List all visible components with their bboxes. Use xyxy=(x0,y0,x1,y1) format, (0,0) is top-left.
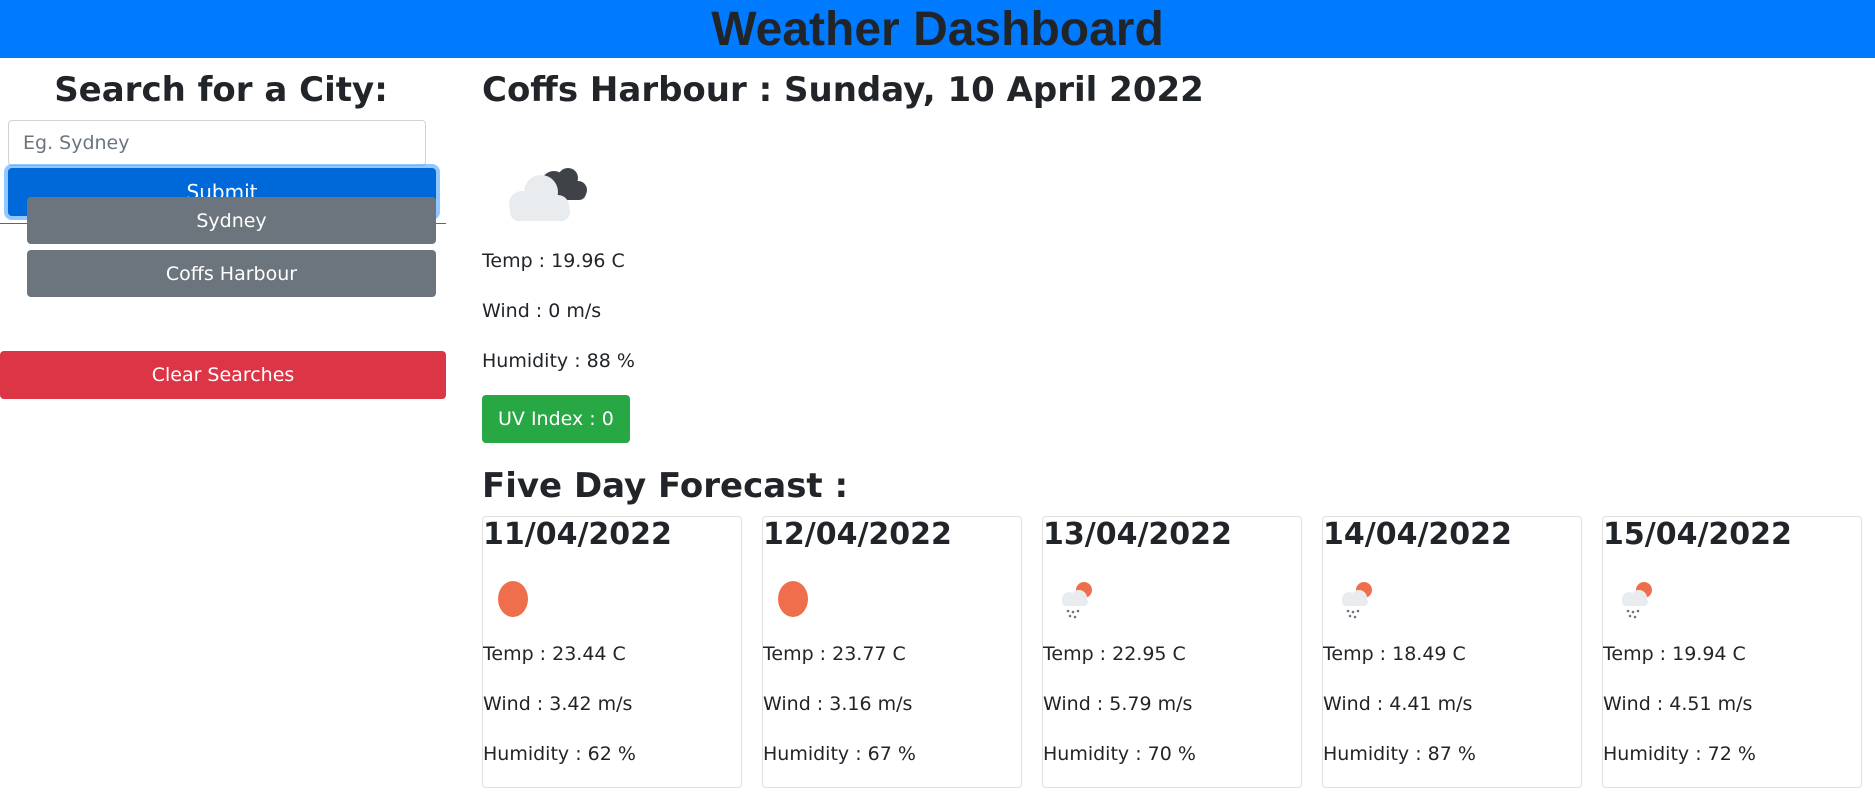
forecast-card: 13/04/2022 Temp : 22.95 C Wind : 5.79 m/… xyxy=(1042,516,1302,788)
sun-rain-icon xyxy=(1622,582,1652,619)
forecast-temp: Temp : 18.49 C xyxy=(1323,643,1466,665)
forecast-wind: Wind : 3.16 m/s xyxy=(763,693,913,715)
uv-index-badge: UV Index : 0 xyxy=(482,395,630,443)
forecast-humidity: Humidity : 67 % xyxy=(763,743,916,765)
forecast-card: 15/04/2022 Temp : 19.94 C Wind : 4.51 m/… xyxy=(1602,516,1862,788)
forecast-card: 12/04/2022 Temp : 23.77 C Wind : 3.16 m/… xyxy=(762,516,1022,788)
sun-rain-icon xyxy=(1342,582,1372,619)
forecast-card: 14/04/2022 Temp : 18.49 C Wind : 4.41 m/… xyxy=(1322,516,1582,788)
forecast-humidity: Humidity : 87 % xyxy=(1323,743,1476,765)
forecast-humidity: Humidity : 62 % xyxy=(483,743,636,765)
forecast-temp: Temp : 23.44 C xyxy=(483,643,626,665)
forecast-wind: Wind : 5.79 m/s xyxy=(1043,693,1193,715)
current-humidity: Humidity : 88 % xyxy=(482,350,635,372)
sun-icon xyxy=(778,581,808,617)
sun-rain-icon xyxy=(1062,582,1092,619)
clear-searches-button[interactable]: Clear Searches xyxy=(0,351,446,399)
forecast-date: 12/04/2022 xyxy=(763,517,952,552)
current-temp: Temp : 19.96 C xyxy=(482,250,625,272)
forecast-date: 15/04/2022 xyxy=(1603,517,1792,552)
page-title: Weather Dashboard xyxy=(711,3,1164,56)
forecast-temp: Temp : 23.77 C xyxy=(763,643,906,665)
forecast-card: 11/04/2022 Temp : 23.44 C Wind : 3.42 m/… xyxy=(482,516,742,788)
forecast-date: 13/04/2022 xyxy=(1043,517,1232,552)
forecast-date: 11/04/2022 xyxy=(483,517,672,552)
forecast-date: 14/04/2022 xyxy=(1323,517,1512,552)
header-bar: Weather Dashboard xyxy=(0,0,1875,58)
forecast-title: Five Day Forecast : xyxy=(482,466,849,506)
history-button-coffs-harbour[interactable]: Coffs Harbour xyxy=(27,250,436,297)
sun-icon xyxy=(498,581,528,617)
forecast-humidity: Humidity : 72 % xyxy=(1603,743,1756,765)
forecast-wind: Wind : 4.41 m/s xyxy=(1323,693,1473,715)
forecast-humidity: Humidity : 70 % xyxy=(1043,743,1196,765)
history-button-sydney[interactable]: Sydney xyxy=(27,197,436,244)
forecast-wind: Wind : 3.42 m/s xyxy=(483,693,633,715)
forecast-temp: Temp : 19.94 C xyxy=(1603,643,1746,665)
search-heading: Search for a City: xyxy=(54,70,388,110)
city-search-input[interactable] xyxy=(8,120,426,166)
cloudy-icon xyxy=(509,168,587,221)
forecast-temp: Temp : 22.95 C xyxy=(1043,643,1186,665)
current-city-title: Coffs Harbour : Sunday, 10 April 2022 xyxy=(482,70,1204,110)
current-wind: Wind : 0 m/s xyxy=(482,300,602,322)
forecast-wind: Wind : 4.51 m/s xyxy=(1603,693,1753,715)
